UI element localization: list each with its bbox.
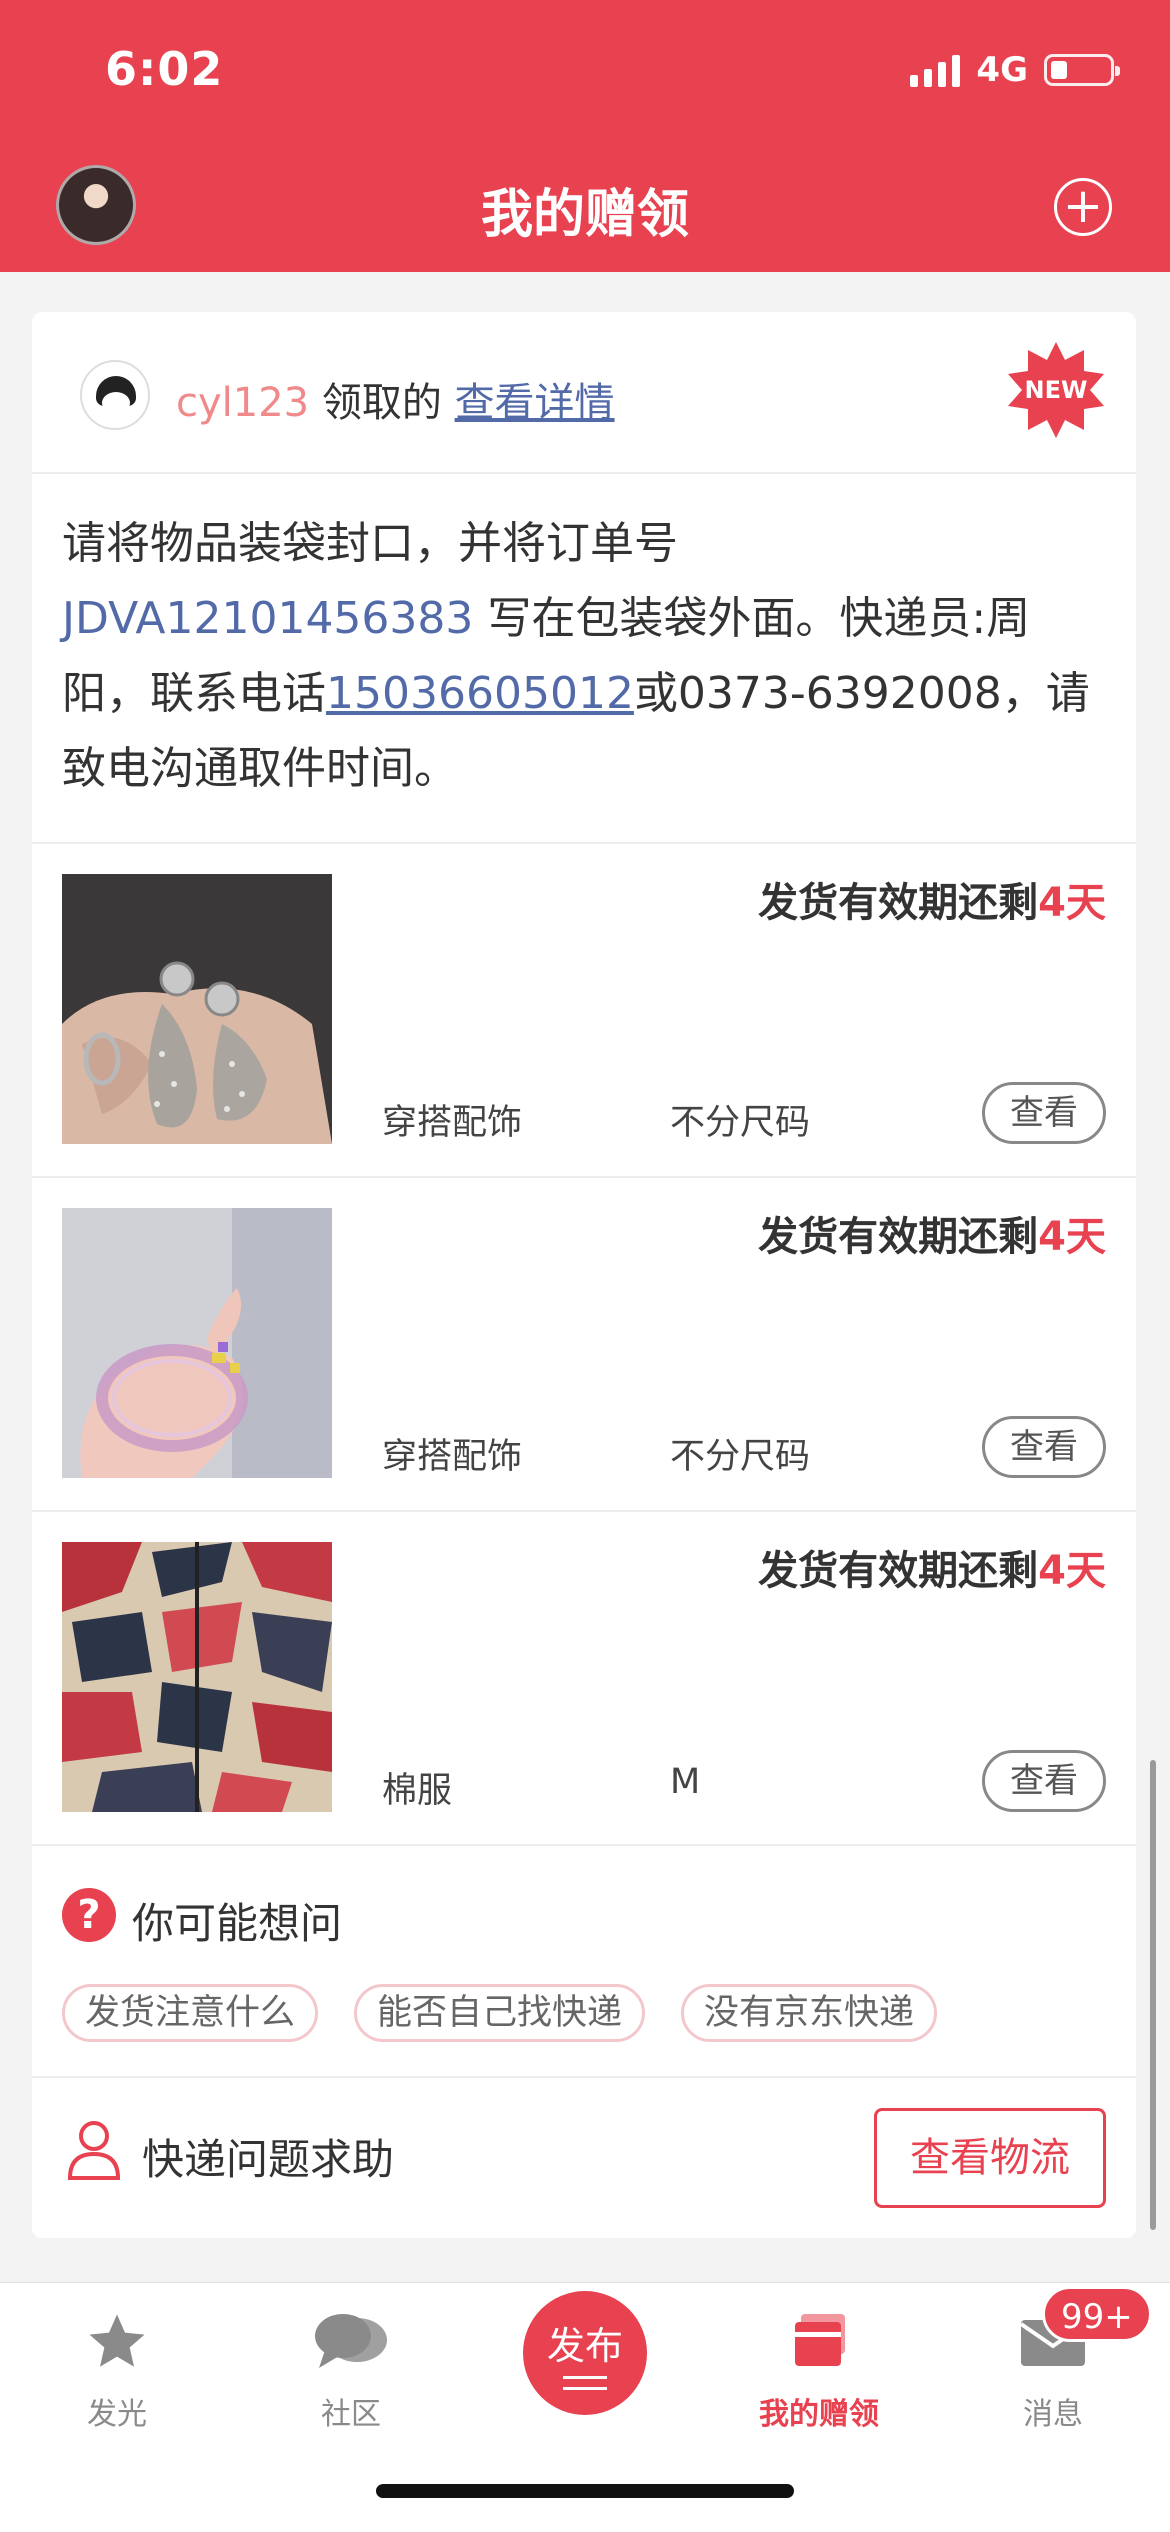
deadline-days: 4天 xyxy=(1038,1548,1106,1594)
view-button[interactable]: 查看 xyxy=(982,1082,1106,1144)
ship-deadline: 发货有效期还剩4天 xyxy=(758,1204,1106,1262)
item-category: 穿搭配饰 xyxy=(382,1103,523,1143)
list-item[interactable]: 发货有效期还剩4天 穿搭配饰 不分尺码 查看 xyxy=(32,1178,1136,1512)
item-size: M xyxy=(670,1762,701,1802)
panda-avatar-icon[interactable] xyxy=(80,360,150,430)
courier-phone-link[interactable]: 15036605012 xyxy=(326,668,634,719)
status-time: 6:02 xyxy=(105,42,224,96)
tab-my-gifts[interactable]: 我的赠领 xyxy=(702,2297,936,2433)
tab-label: 社区 xyxy=(321,2397,381,2432)
gift-stack-icon xyxy=(795,2314,845,2366)
claim-card: cyl123 领取的 查看详情 NEW 请将物品装袋封口，并将订单号 JDVA1… xyxy=(32,312,1136,2238)
star-icon xyxy=(89,2314,145,2367)
faq-tag[interactable]: 发货注意什么 xyxy=(62,1984,319,2042)
help-label[interactable]: 快递问题求助 xyxy=(142,2126,394,2187)
ship-deadline: 发货有效期还剩4天 xyxy=(758,1538,1106,1596)
faq-tag[interactable]: 没有京东快递 xyxy=(681,1984,938,2042)
courier-help: 快递问题求助 查看物流 xyxy=(32,2078,1136,2238)
list-item[interactable]: 发货有效期还剩4天 穿搭配饰 不分尺码 查看 xyxy=(32,844,1136,1178)
tab-glow[interactable]: 发光 xyxy=(0,2297,234,2433)
notice-text-1: 请将物品装袋封口，并将订单号 xyxy=(62,518,678,569)
faq-section: ? 你可能想问 发货注意什么 能否自己找快递 没有京东快递 xyxy=(32,1846,1136,2078)
deadline-days: 4天 xyxy=(1038,1214,1106,1260)
view-button[interactable]: 查看 xyxy=(982,1416,1106,1478)
claimed-text: 领取的 xyxy=(309,380,455,426)
bracelet-photo xyxy=(62,1208,332,1478)
faq-title: 你可能想问 xyxy=(132,1899,343,1948)
message-count-badge: 99+ xyxy=(1042,2286,1152,2342)
page-title: 我的赠领 xyxy=(480,185,689,245)
camo-jacket-photo xyxy=(62,1542,332,1812)
app-header: 6:02 4G 我的赠领 + xyxy=(0,0,1170,272)
publish-label: 发布 xyxy=(546,2324,623,2368)
item-category: 穿搭配饰 xyxy=(382,1437,523,1477)
view-details-link[interactable]: 查看详情 xyxy=(455,380,615,426)
home-indicator[interactable] xyxy=(376,2484,794,2498)
deadline-label: 发货有效期还剩 xyxy=(758,1548,1039,1594)
claim-header: cyl123 领取的 查看详情 NEW xyxy=(32,312,1136,474)
item-size: 不分尺码 xyxy=(670,1103,811,1143)
tab-label: 发光 xyxy=(87,2397,147,2432)
tab-community[interactable]: 社区 xyxy=(234,2297,468,2433)
deadline-label: 发货有效期还剩 xyxy=(758,880,1039,926)
new-badge-label: NEW xyxy=(1024,376,1088,404)
item-size: 不分尺码 xyxy=(670,1437,811,1477)
tab-label: 我的赠领 xyxy=(759,2397,879,2432)
ship-deadline: 发货有效期还剩4天 xyxy=(758,870,1106,928)
shipping-instructions: 请将物品装袋封口，并将订单号 JDVA12101456383 写在包装袋外面。快… xyxy=(32,474,1136,844)
tab-label: 消息 xyxy=(1023,2397,1083,2432)
status-indicators: 4G xyxy=(910,50,1120,90)
chat-bubble-icon xyxy=(315,2314,387,2368)
faq-tags: 发货注意什么 能否自己找快递 没有京东快递 xyxy=(62,1984,938,2042)
add-button[interactable]: + xyxy=(1054,178,1112,236)
claim-line: cyl123 领取的 查看详情 xyxy=(176,370,615,428)
scrollbar[interactable] xyxy=(1150,1760,1156,2230)
battery-icon xyxy=(1044,54,1120,86)
deadline-days: 4天 xyxy=(1038,880,1106,926)
new-badge: NEW xyxy=(1006,340,1106,440)
network-type: 4G xyxy=(976,50,1028,90)
earrings-photo xyxy=(62,874,332,1144)
view-logistics-button[interactable]: 查看物流 xyxy=(874,2108,1106,2208)
person-icon xyxy=(67,2121,121,2180)
publish-button[interactable]: 发布 xyxy=(523,2291,647,2415)
question-icon: ? xyxy=(62,1888,116,1942)
faq-tag[interactable]: 能否自己找快递 xyxy=(354,1984,646,2042)
claimer-username[interactable]: cyl123 xyxy=(176,380,309,426)
item-category: 棉服 xyxy=(382,1771,453,1811)
list-item[interactable]: 发货有效期还剩4天 棉服 M 查看 xyxy=(32,1512,1136,1846)
publish-icon xyxy=(563,2376,607,2390)
deadline-label: 发货有效期还剩 xyxy=(758,1214,1039,1260)
order-number[interactable]: JDVA12101456383 xyxy=(62,593,473,644)
view-button[interactable]: 查看 xyxy=(982,1750,1106,1812)
signal-icon xyxy=(910,53,961,87)
